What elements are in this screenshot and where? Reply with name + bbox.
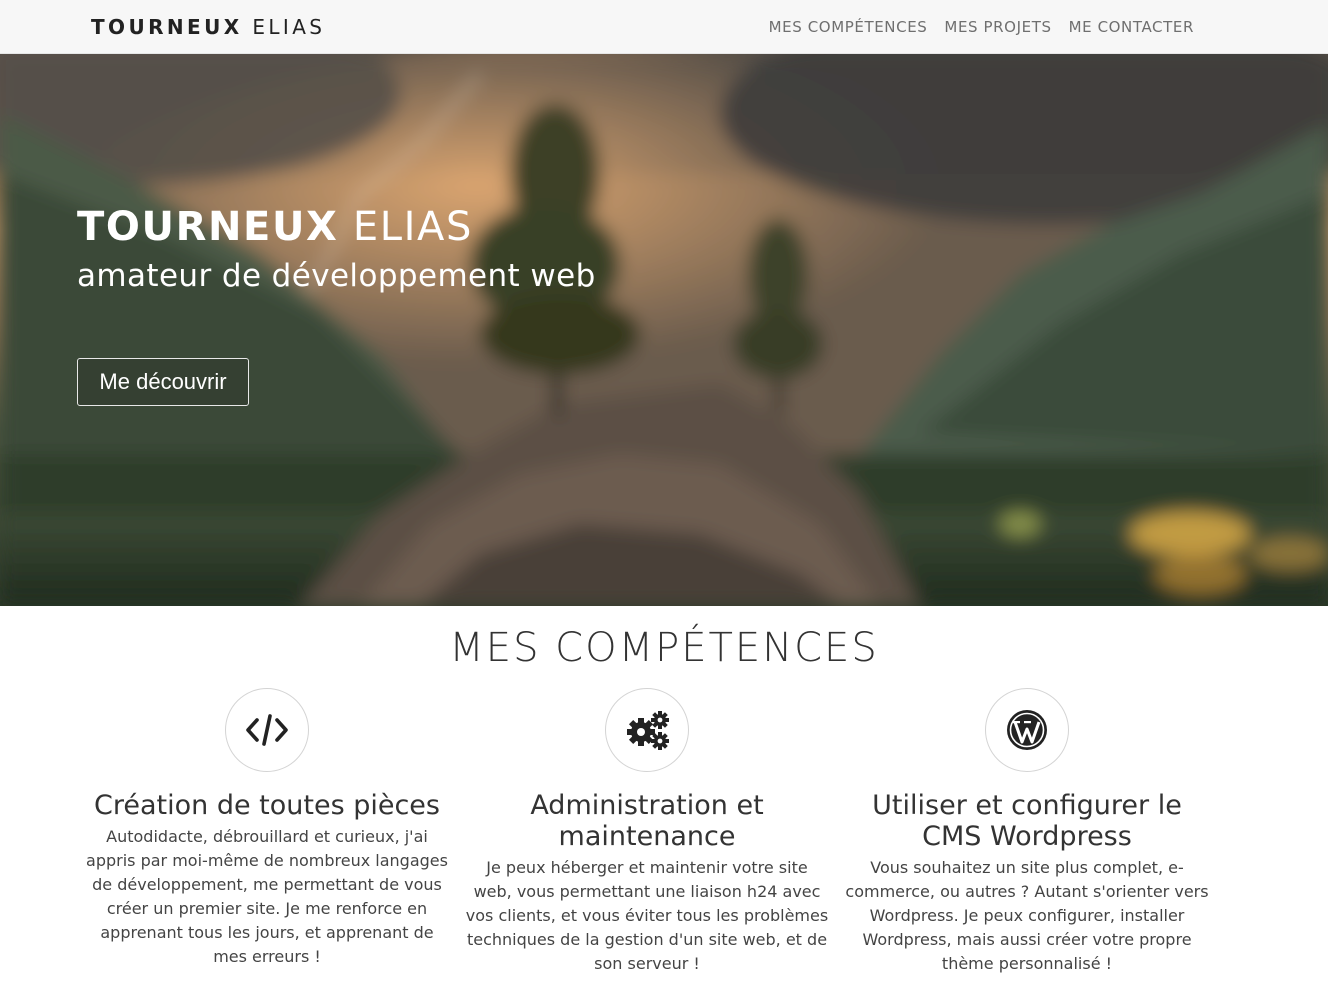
wordpress-icon (1007, 710, 1047, 750)
skill-description: Vous souhaitez un site plus complet, e-c… (845, 858, 1209, 973)
skill-card: Administration et maintenance Je peux hé… (462, 688, 832, 976)
hero-title-bold: TOURNEUX (77, 204, 339, 250)
navbar: TOURNEUX ELIAS MES COMPÉTENCES MES PROJE… (0, 0, 1328, 54)
hero-title-light: ELIAS (352, 204, 473, 250)
skill-heading: Création de toutes pièces (94, 790, 440, 821)
code-icon (246, 714, 288, 746)
nav-link-contact[interactable]: ME CONTACTER (1069, 17, 1194, 37)
nav-link-competences[interactable]: MES COMPÉTENCES (769, 17, 928, 37)
hero-subtitle: amateur de développement web (77, 258, 596, 294)
wordpress-icon-circle (985, 688, 1069, 772)
skill-heading: Administration et maintenance (530, 790, 764, 852)
hero-background-image (0, 54, 1328, 606)
discover-button[interactable]: Me découvrir (77, 358, 249, 406)
skill-card: Création de toutes pièces Autodidacte, d… (82, 688, 452, 969)
gears-icon (627, 711, 669, 750)
brand-name-light: ELIAS (252, 15, 326, 39)
nav-link-projets[interactable]: MES PROJETS (944, 17, 1051, 37)
brand-logo[interactable]: TOURNEUX ELIAS (91, 14, 325, 40)
hero-banner: TOURNEUX ELIAS amateur de développement … (0, 54, 1328, 606)
skills-section-title: MES COMPÉTENCES (449, 625, 879, 671)
nav-menu: MES COMPÉTENCES MES PROJETS ME CONTACTER (769, 17, 1194, 37)
brand-name-bold: TOURNEUX (91, 15, 243, 39)
gears-icon-circle (605, 688, 689, 772)
skill-heading: Utiliser et configurer le CMS Wordpress (872, 790, 1182, 852)
skill-description: Je peux héberger et maintenir votre site… (465, 858, 829, 973)
code-icon-circle (225, 688, 309, 772)
hero-title: TOURNEUX ELIAS (77, 204, 473, 250)
skill-description: Autodidacte, débrouillard et curieux, j'… (86, 827, 448, 966)
skill-card: Utiliser et configurer le CMS Wordpress … (842, 688, 1212, 976)
